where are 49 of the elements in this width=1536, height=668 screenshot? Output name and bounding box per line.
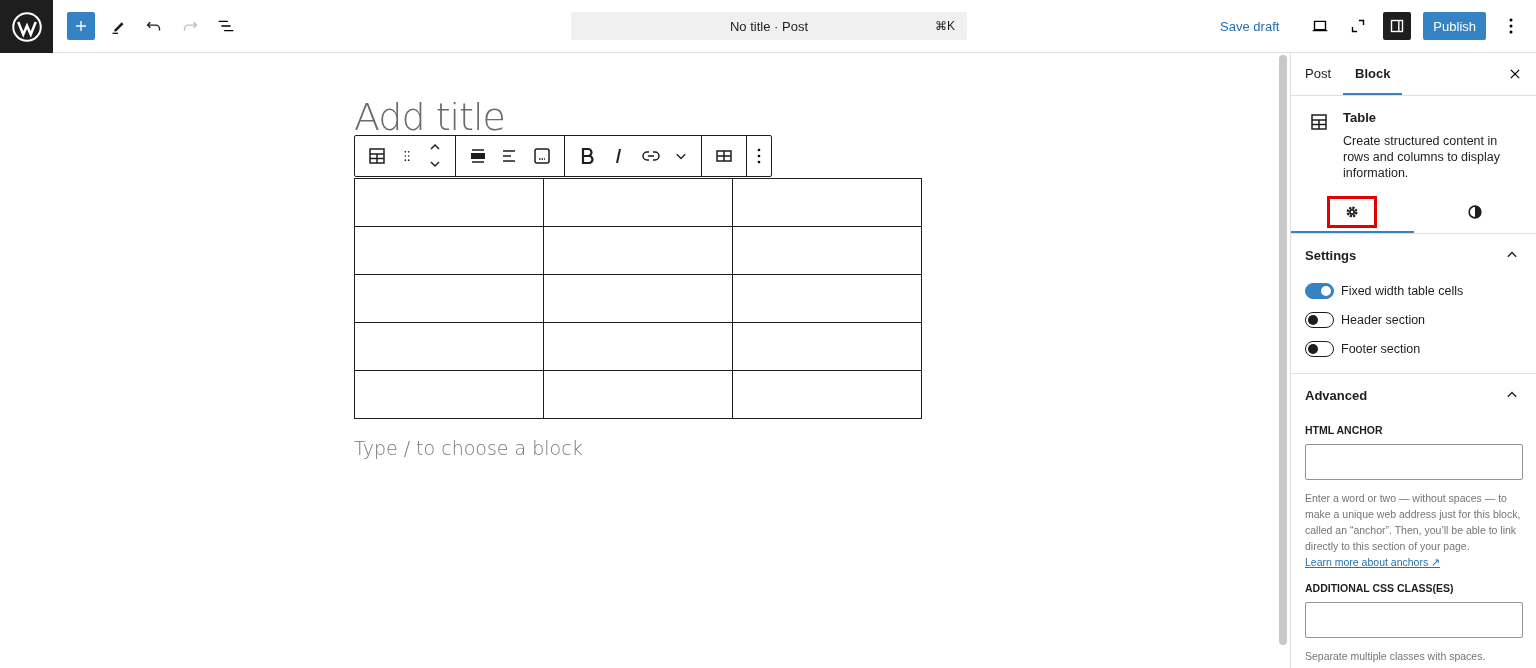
css-class-field[interactable] (1305, 602, 1523, 638)
learn-more-link[interactable]: Learn more about anchors ↗ (1305, 556, 1441, 568)
title-placeholder[interactable]: Add title (354, 99, 505, 135)
toggle-label: Footer section (1341, 341, 1421, 356)
sidebar-tab[interactable]: Post (1293, 53, 1343, 95)
add-block-button[interactable] (67, 12, 95, 40)
table-cell[interactable] (354, 274, 544, 323)
field-label: HTML ANCHOR (1305, 424, 1384, 436)
save-draft-button[interactable]: Save draft (1214, 17, 1286, 35)
shortcut-label: ⌘K (935, 19, 955, 33)
toggle-switch[interactable] (1305, 340, 1334, 357)
help-text: Separate multiple classes with spaces. (1305, 649, 1487, 664)
field-label: ADDITIONAL CSS CLASS(ES) (1305, 582, 1455, 594)
scrollbar-thumb[interactable] (1279, 55, 1287, 645)
toggle-switch[interactable] (1305, 282, 1334, 299)
table-cell[interactable] (543, 178, 733, 227)
wordpress-logo-icon (11, 11, 42, 42)
sidebar-tab[interactable]: Block (1343, 53, 1403, 95)
command-center[interactable]: No title · Post ⌘K (571, 12, 967, 40)
block-description: Create structured content in rows and columns to display information. (1343, 133, 1502, 181)
block-name: Table (1343, 110, 1377, 125)
toggle-label: Header section (1341, 312, 1426, 327)
table-cell[interactable] (543, 274, 733, 323)
table-cell[interactable] (354, 370, 544, 419)
table-cell[interactable] (732, 274, 922, 323)
table-cell[interactable] (732, 226, 922, 275)
table-cell[interactable] (732, 178, 922, 227)
block-appender-placeholder[interactable]: Type / to choose a block (354, 437, 922, 459)
table-cell[interactable] (543, 226, 733, 275)
html-anchor-field[interactable] (1305, 444, 1523, 480)
table-cell[interactable] (354, 178, 544, 227)
table-cell[interactable] (354, 322, 544, 371)
advanced-panel-header[interactable]: Advanced (1305, 374, 1522, 416)
vertical-dots-icon[interactable] (757, 148, 761, 164)
toggle-label: Fixed width table cells (1341, 283, 1464, 298)
settings-panel-header[interactable]: Settings (1305, 234, 1522, 276)
table-cell[interactable] (543, 370, 733, 419)
table-block[interactable] (354, 178, 922, 419)
table-cell[interactable] (543, 322, 733, 371)
publish-button[interactable]: Publish (1423, 12, 1486, 40)
vertical-dots-icon (1509, 18, 1513, 34)
sidebar-toggle[interactable] (1383, 12, 1412, 40)
inspector-tab[interactable] (1291, 193, 1414, 233)
wordpress-logo[interactable] (0, 0, 53, 53)
toggle-switch[interactable] (1305, 311, 1334, 328)
table-cell[interactable] (732, 322, 922, 371)
table-cell[interactable] (732, 370, 922, 419)
help-text: Enter a word or two — without spaces — to make a unique web address just for this block, called an “anchor”. Then, you’ll be able to link directly to this section of your page. Learn more about anchors ↗ (1305, 491, 1522, 570)
table-cell[interactable] (354, 226, 544, 275)
